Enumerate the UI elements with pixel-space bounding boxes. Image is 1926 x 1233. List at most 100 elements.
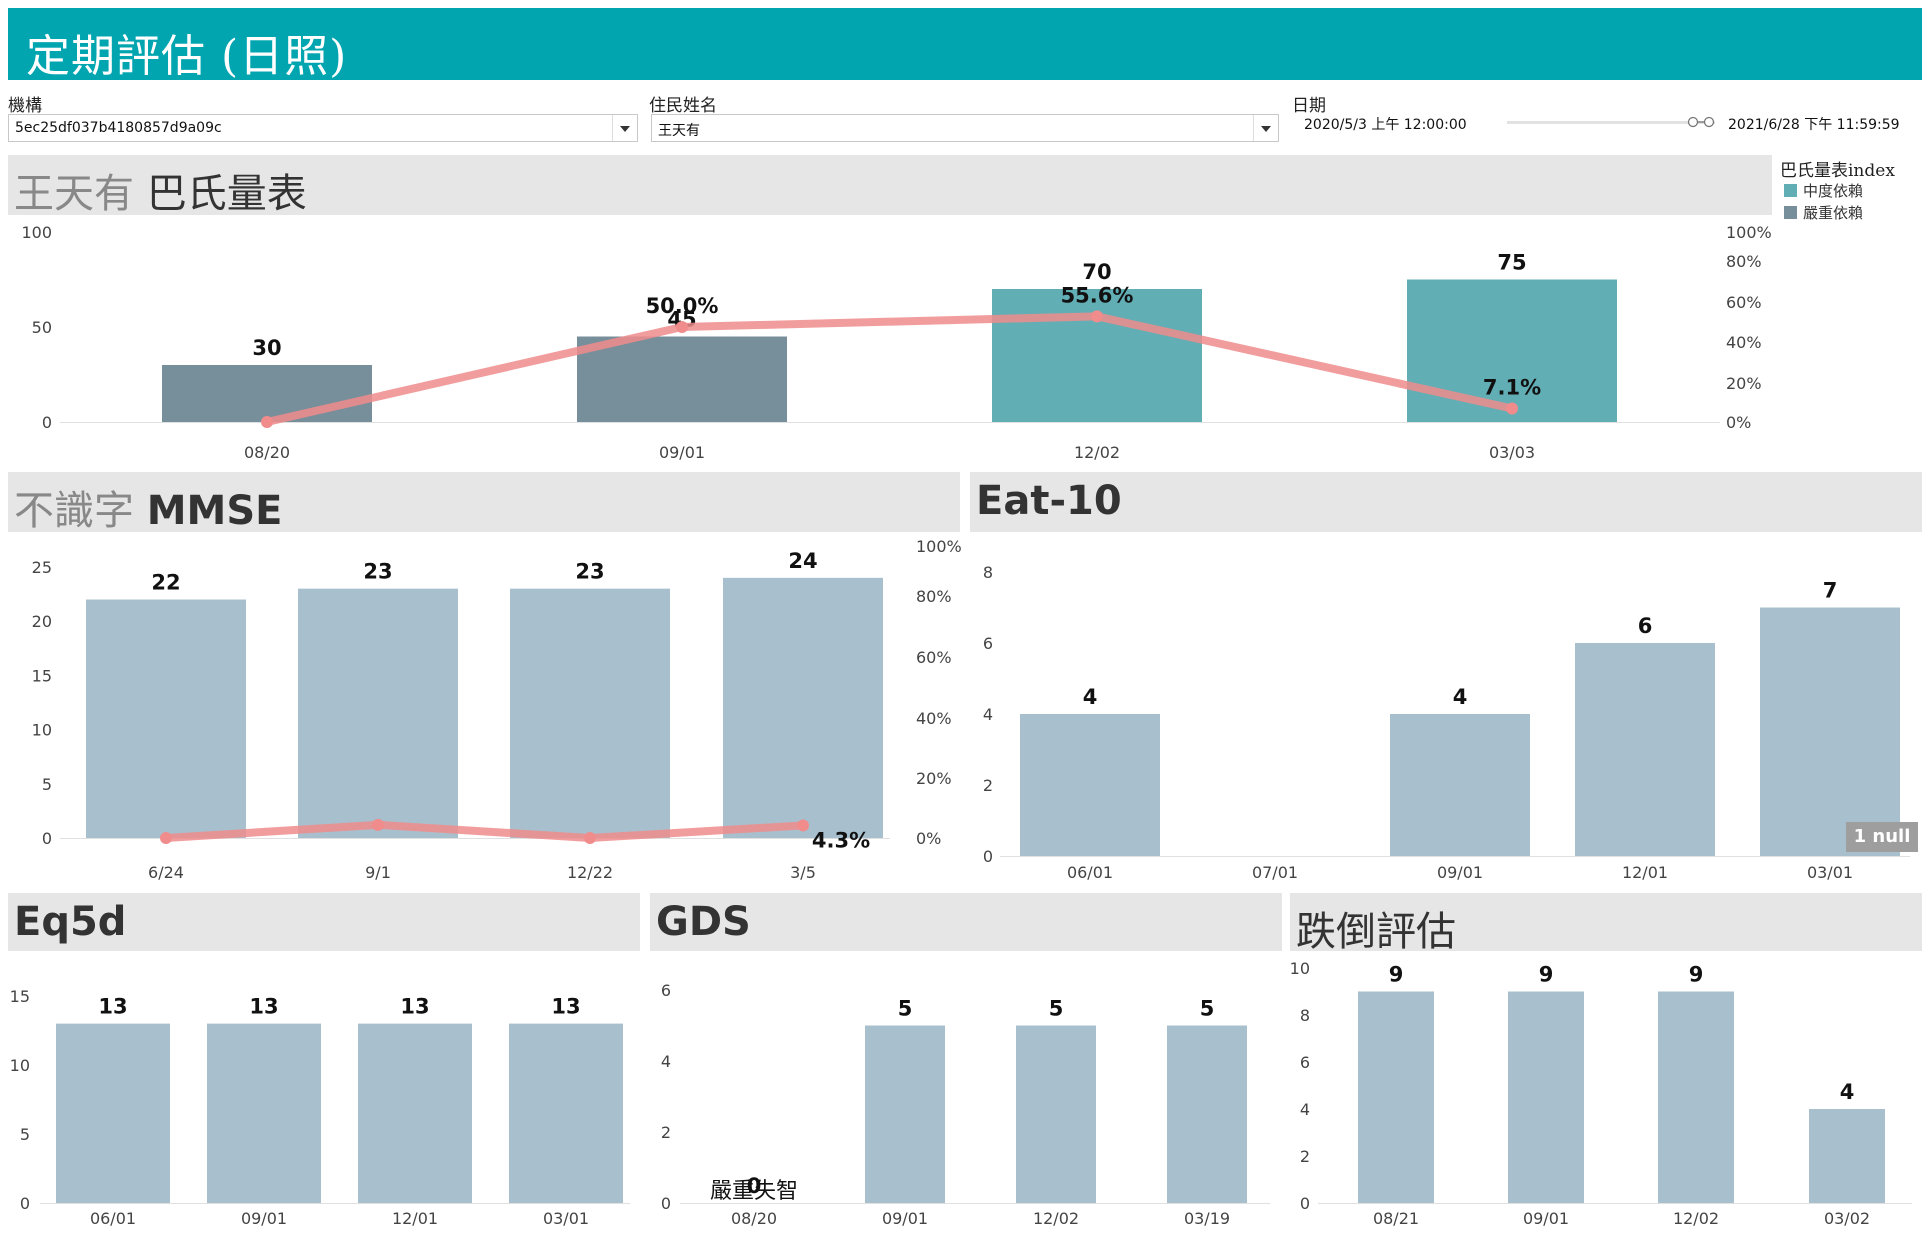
barthel-bar-value-label: 75 <box>1497 251 1526 275</box>
gds-y-tick-label: 2 <box>661 1123 671 1142</box>
eq5d-bar-value-label: 13 <box>249 995 278 1019</box>
gds-annotation: 嚴重失智 <box>710 1179 798 1204</box>
eq5d-y-tick-label: 0 <box>20 1194 30 1213</box>
barthel-y-tick-label: 100 <box>21 223 52 242</box>
barthel-y-tick-label: 0 <box>42 413 52 432</box>
barthel-percent-point <box>676 321 688 333</box>
fall-bar-value-label: 9 <box>1689 963 1704 987</box>
fall-y-tick-label: 10 <box>1290 959 1310 978</box>
gds-bar <box>1016 1025 1096 1203</box>
eq5d-y-tick-label: 5 <box>20 1125 30 1144</box>
eat10-y-tick-label: 8 <box>983 563 993 582</box>
mmse-x-tick-label: 3/5 <box>790 863 816 882</box>
fall-y-tick-label: 8 <box>1300 1006 1310 1025</box>
mmse-bar <box>86 599 246 838</box>
fall-y-tick-label: 2 <box>1300 1147 1310 1166</box>
fall-y-tick-label: 6 <box>1300 1053 1310 1072</box>
mmse-y-tick-label: 20 <box>32 612 52 631</box>
eat10-y-tick-label: 4 <box>983 705 993 724</box>
mmse-bar-value-label: 22 <box>151 571 180 595</box>
gds-bar-value-label: 5 <box>1049 997 1064 1021</box>
eat10-bar-value-label: 4 <box>1083 685 1098 709</box>
eat10-null-badge[interactable]: 1 null <box>1846 822 1918 852</box>
eat10-bar-value-label: 7 <box>1823 579 1838 603</box>
eat10-bar <box>1760 607 1900 856</box>
barthel-bar <box>162 365 372 422</box>
fall-bar <box>1358 991 1434 1203</box>
barthel-y2-tick-label: 20% <box>1726 374 1762 393</box>
fall-x-tick-label: 12/02 <box>1673 1209 1719 1228</box>
eq5d-y-tick-label: 10 <box>10 1056 30 1075</box>
barthel-bar-value-label: 70 <box>1082 260 1111 284</box>
eat10-y-tick-label: 2 <box>983 776 993 795</box>
eq5d-bar-value-label: 13 <box>400 995 429 1019</box>
barthel-x-tick-label: 08/20 <box>244 443 290 462</box>
eat10-y-tick-label: 6 <box>983 634 993 653</box>
mmse-x-tick-label: 9/1 <box>365 863 391 882</box>
mmse-y2-tick-label: 80% <box>916 587 952 606</box>
mmse-bar-value-label: 23 <box>575 560 604 584</box>
barthel-y-tick-label: 50 <box>32 318 52 337</box>
gds-x-tick-label: 03/19 <box>1184 1209 1230 1228</box>
barthel-percent-line <box>263 312 1516 426</box>
barthel-x-tick-label: 12/02 <box>1074 443 1120 462</box>
mmse-bar-value-label: 24 <box>788 549 817 573</box>
barthel-bar <box>992 289 1202 422</box>
fall-bar-value-label: 9 <box>1389 963 1404 987</box>
barthel-x-tick-label: 09/01 <box>659 443 705 462</box>
gds-bar <box>1167 1025 1247 1203</box>
mmse-percent-point <box>160 832 172 844</box>
gds-x-tick-label: 09/01 <box>882 1209 928 1228</box>
eat10-bar-value-label: 4 <box>1453 685 1468 709</box>
gds-x-tick-label: 08/20 <box>731 1209 777 1228</box>
mmse-y-tick-label: 5 <box>42 775 52 794</box>
mmse-percent-point <box>372 818 384 831</box>
mmse-y2-tick-label: 60% <box>916 648 952 667</box>
barthel-percent-label: 50.0% <box>646 294 719 318</box>
mmse-y2-tick-label: 100% <box>916 537 962 556</box>
fall-x-tick-label: 03/02 <box>1824 1209 1870 1228</box>
mmse-y2-tick-label: 40% <box>916 709 952 728</box>
eat10-bar <box>1020 714 1160 856</box>
mmse-x-tick-label: 12/22 <box>567 863 613 882</box>
mmse-y-tick-label: 0 <box>42 829 52 848</box>
eq5d-bar-value-label: 13 <box>551 995 580 1019</box>
fall-bar <box>1809 1109 1885 1203</box>
mmse-y-tick-label: 10 <box>32 721 52 740</box>
barthel-percent-point <box>1091 310 1103 323</box>
eat10-bar <box>1390 714 1530 856</box>
mmse-x-tick-label: 6/24 <box>148 863 184 882</box>
gds-x-tick-label: 12/02 <box>1033 1209 1079 1228</box>
barthel-y2-tick-label: 100% <box>1726 223 1772 242</box>
mmse-y-tick-label: 25 <box>32 558 52 577</box>
mmse-bar <box>723 577 883 838</box>
eq5d-bar <box>358 1023 472 1203</box>
eq5d-bar <box>207 1023 321 1203</box>
fall-y-tick-label: 0 <box>1300 1194 1310 1213</box>
gds-y-tick-label: 0 <box>661 1194 671 1213</box>
fall-bar-value-label: 9 <box>1539 963 1554 987</box>
fall-y-tick-label: 4 <box>1300 1100 1310 1119</box>
eq5d-bar <box>56 1023 170 1203</box>
eq5d-x-tick-label: 06/01 <box>90 1209 136 1228</box>
gds-y-tick-label: 6 <box>661 981 671 1000</box>
mmse-percent-point <box>584 832 596 844</box>
barthel-bar <box>577 336 787 422</box>
eat10-x-tick-label: 09/01 <box>1437 863 1483 882</box>
eq5d-y-tick-label: 15 <box>10 987 30 1006</box>
eat10-x-tick-label: 03/01 <box>1807 863 1853 882</box>
barthel-x-tick-label: 03/03 <box>1489 443 1535 462</box>
fall-bar <box>1658 991 1734 1203</box>
barthel-y2-tick-label: 40% <box>1726 333 1762 352</box>
barthel-y2-tick-label: 60% <box>1726 293 1762 312</box>
eq5d-x-tick-label: 03/01 <box>543 1209 589 1228</box>
barthel-bar <box>1407 279 1617 422</box>
eat10-x-tick-label: 06/01 <box>1067 863 1113 882</box>
eat10-x-tick-label: 07/01 <box>1252 863 1298 882</box>
barthel-percent-label: 7.1% <box>1483 376 1541 400</box>
mmse-percent-line <box>162 820 807 842</box>
mmse-bar <box>298 588 458 838</box>
mmse-percent-point <box>797 819 809 832</box>
gds-y-tick-label: 4 <box>661 1052 671 1071</box>
mmse-bar-value-label: 23 <box>363 560 392 584</box>
